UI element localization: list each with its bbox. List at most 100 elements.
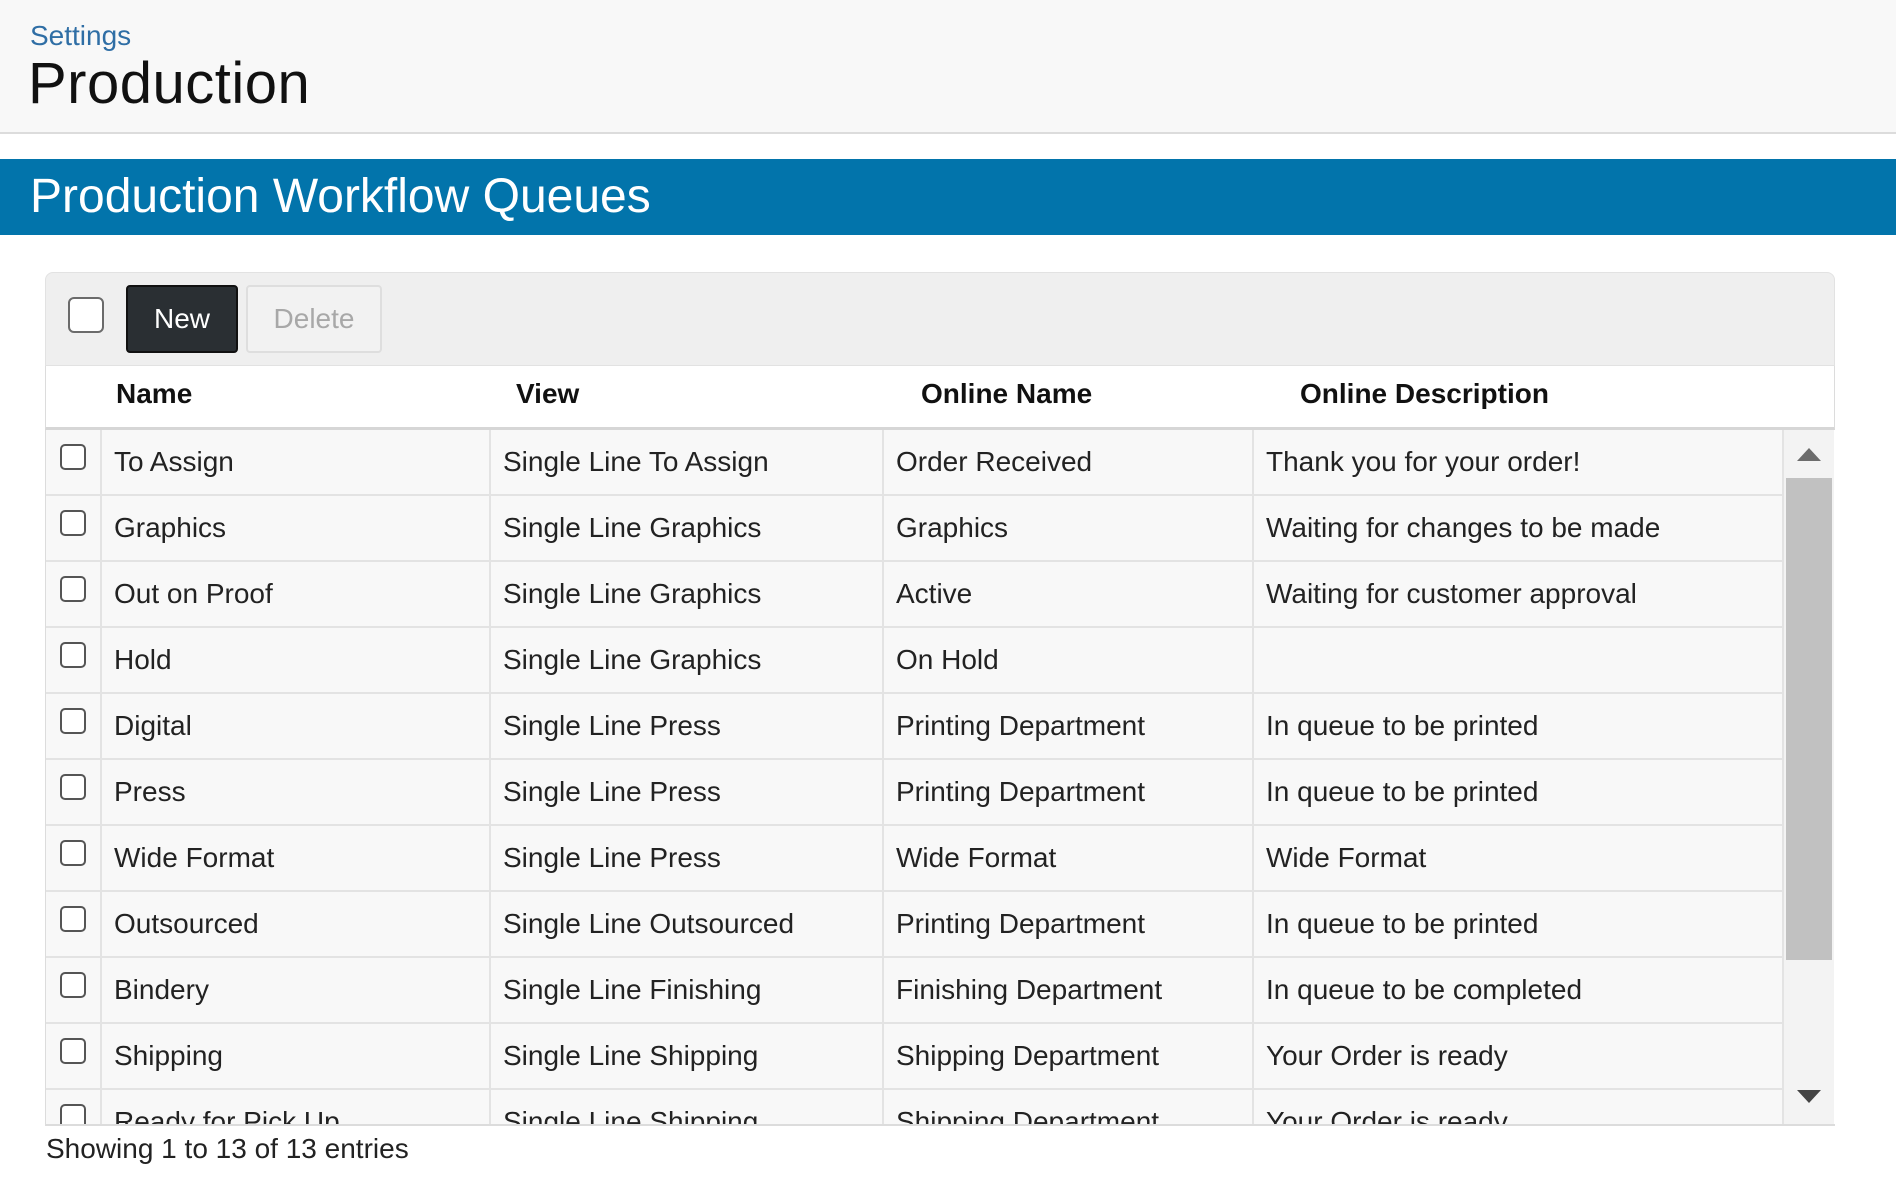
table-row[interactable]: Out on Proof Single Line Graphics Active Wa… <box>46 562 1784 628</box>
page-header: Settings Production <box>0 0 1896 134</box>
section-banner: Production Workflow Queues <box>0 159 1896 235</box>
row-online-name: Printing Department <box>884 892 1254 956</box>
row-online-description: In queue to be printed <box>1254 892 1784 956</box>
row-view: Single Line Shipping <box>491 1090 884 1124</box>
row-checkbox-cell <box>46 760 102 824</box>
row-checkbox[interactable] <box>60 444 86 470</box>
toolbar: New Delete <box>45 272 1835 366</box>
row-online-description <box>1254 628 1784 692</box>
row-online-name: Finishing Department <box>884 958 1254 1022</box>
row-name: Graphics <box>102 496 491 560</box>
table-row[interactable]: Digital Single Line Press Printing Departm… <box>46 694 1784 760</box>
row-online-description: In queue to be printed <box>1254 760 1784 824</box>
row-name: To Assign <box>102 430 491 494</box>
row-online-description: In queue to be printed <box>1254 694 1784 758</box>
row-online-name: Printing Department <box>884 760 1254 824</box>
table-row[interactable]: Ready for Pick Up Single Line Shipping Shi… <box>46 1090 1784 1124</box>
row-online-description: Wide Format <box>1254 826 1784 890</box>
breadcrumb-settings[interactable]: Settings <box>30 20 131 52</box>
row-view: Single Line Graphics <box>491 496 884 560</box>
table-row[interactable]: Bindery Single Line Finishing Finishing De… <box>46 958 1784 1024</box>
row-online-description: In queue to be completed <box>1254 958 1784 1022</box>
row-name: Digital <box>102 694 491 758</box>
row-checkbox-cell <box>46 694 102 758</box>
row-online-description: Waiting for changes to be made <box>1254 496 1784 560</box>
row-checkbox-cell <box>46 1024 102 1088</box>
row-checkbox-cell <box>46 496 102 560</box>
row-checkbox[interactable] <box>60 840 86 866</box>
table-row[interactable]: Press Single Line Press Printing Departmen… <box>46 760 1784 826</box>
row-checkbox[interactable] <box>60 510 86 536</box>
table-row[interactable]: To Assign Single Line To Assign Order Rece… <box>46 430 1784 496</box>
row-name: Bindery <box>102 958 491 1022</box>
table-row[interactable]: Wide Format Single Line Press Wide Format W… <box>46 826 1784 892</box>
column-header-name[interactable]: Name <box>116 378 192 410</box>
row-view: Single Line Outsourced <box>491 892 884 956</box>
row-view: Single Line To Assign <box>491 430 884 494</box>
row-view: Single Line Press <box>491 826 884 890</box>
row-name: Wide Format <box>102 826 491 890</box>
row-checkbox-cell <box>46 892 102 956</box>
table-row[interactable]: Hold Single Line Graphics On Hold <box>46 628 1784 694</box>
row-checkbox-cell <box>46 628 102 692</box>
row-view: Single Line Shipping <box>491 1024 884 1088</box>
row-checkbox[interactable] <box>60 774 86 800</box>
row-view: Single Line Finishing <box>491 958 884 1022</box>
row-view: Single Line Graphics <box>491 562 884 626</box>
table-header: Name View Online Name Online Description <box>45 366 1835 430</box>
new-button[interactable]: New <box>126 285 238 353</box>
row-checkbox[interactable] <box>60 1038 86 1064</box>
column-header-view[interactable]: View <box>516 378 579 410</box>
row-online-description: Your Order is ready <box>1254 1090 1784 1124</box>
table-row[interactable]: Outsourced Single Line Outsourced Printing… <box>46 892 1784 958</box>
page-title: Production <box>28 51 311 116</box>
row-view: Single Line Press <box>491 760 884 824</box>
vertical-scrollbar[interactable] <box>1784 430 1834 1124</box>
row-checkbox[interactable] <box>60 708 86 734</box>
row-online-name: Order Received <box>884 430 1254 494</box>
row-name: Out on Proof <box>102 562 491 626</box>
row-checkbox[interactable] <box>60 906 86 932</box>
row-checkbox[interactable] <box>60 576 86 602</box>
row-online-name: Active <box>884 562 1254 626</box>
row-checkbox-cell <box>46 562 102 626</box>
row-online-name: Printing Department <box>884 694 1254 758</box>
row-checkbox-cell <box>46 1090 102 1124</box>
row-online-name: Shipping Department <box>884 1090 1254 1124</box>
row-checkbox-cell <box>46 430 102 494</box>
row-name: Outsourced <box>102 892 491 956</box>
column-header-online-name[interactable]: Online Name <box>921 378 1092 410</box>
row-online-name: Shipping Department <box>884 1024 1254 1088</box>
row-online-description: Your Order is ready <box>1254 1024 1784 1088</box>
row-online-name: Wide Format <box>884 826 1254 890</box>
row-checkbox-cell <box>46 958 102 1022</box>
row-name: Hold <box>102 628 491 692</box>
queues-panel: New Delete Name View Online Name Online … <box>45 272 1835 1130</box>
row-view: Single Line Graphics <box>491 628 884 692</box>
row-checkbox[interactable] <box>60 642 86 668</box>
row-online-name: On Hold <box>884 628 1254 692</box>
row-online-description: Thank you for your order! <box>1254 430 1784 494</box>
table-rows: To Assign Single Line To Assign Order Rece… <box>46 430 1784 1124</box>
row-online-name: Graphics <box>884 496 1254 560</box>
table-row[interactable]: Graphics Single Line Graphics Graphics Wait… <box>46 496 1784 562</box>
select-all-checkbox[interactable] <box>68 297 104 333</box>
page: Settings Production Production Workflow … <box>0 0 1896 1185</box>
row-online-description: Waiting for customer approval <box>1254 562 1784 626</box>
scroll-down-arrow-icon[interactable] <box>1797 1090 1821 1103</box>
row-name: Press <box>102 760 491 824</box>
row-checkbox[interactable] <box>60 972 86 998</box>
scroll-thumb[interactable] <box>1786 478 1832 960</box>
scroll-up-arrow-icon[interactable] <box>1797 448 1821 461</box>
row-view: Single Line Press <box>491 694 884 758</box>
row-checkbox-cell <box>46 826 102 890</box>
row-name: Shipping <box>102 1024 491 1088</box>
table-body[interactable]: To Assign Single Line To Assign Order Rece… <box>45 430 1835 1126</box>
row-checkbox[interactable] <box>60 1104 86 1124</box>
column-header-online-description[interactable]: Online Description <box>1300 378 1549 410</box>
table-row[interactable]: Shipping Single Line Shipping Shipping Dep… <box>46 1024 1784 1090</box>
row-name: Ready for Pick Up <box>102 1090 491 1124</box>
entries-info: Showing 1 to 13 of 13 entries <box>46 1133 409 1164</box>
delete-button[interactable]: Delete <box>246 285 382 353</box>
section-title: Production Workflow Queues <box>30 170 651 223</box>
